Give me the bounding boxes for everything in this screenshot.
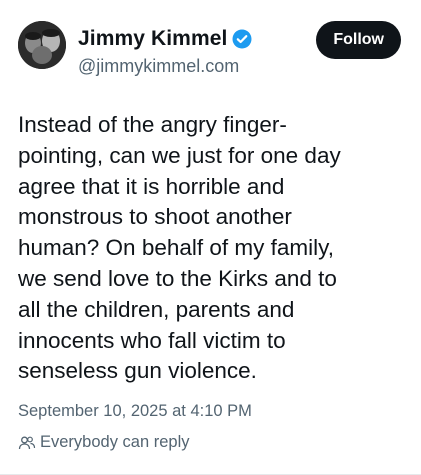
post-text: Instead of the angry finger- pointing, c…	[18, 112, 341, 384]
post-timestamp[interactable]: September 10, 2025 at 4:10 PM	[18, 402, 252, 421]
author-name-row: Jimmy Kimmel	[78, 24, 252, 54]
follow-button[interactable]: Follow	[316, 21, 401, 59]
avatar[interactable]	[18, 21, 66, 69]
post-card: Jimmy Kimmel @jimmykimmel.com Follow Ins…	[0, 0, 421, 475]
reply-setting-label: Everybody can reply	[40, 433, 190, 451]
reply-setting: Everybody can reply	[18, 433, 190, 452]
avatar-image	[18, 21, 66, 69]
author-identity: Jimmy Kimmel @jimmykimmel.com	[78, 18, 252, 77]
verified-badge-icon[interactable]	[232, 29, 252, 49]
post-header: Jimmy Kimmel @jimmykimmel.com Follow	[18, 18, 403, 80]
people-icon	[18, 435, 36, 451]
author-display-name[interactable]: Jimmy Kimmel	[78, 27, 227, 51]
author-handle[interactable]: @jimmykimmel.com	[78, 56, 252, 77]
